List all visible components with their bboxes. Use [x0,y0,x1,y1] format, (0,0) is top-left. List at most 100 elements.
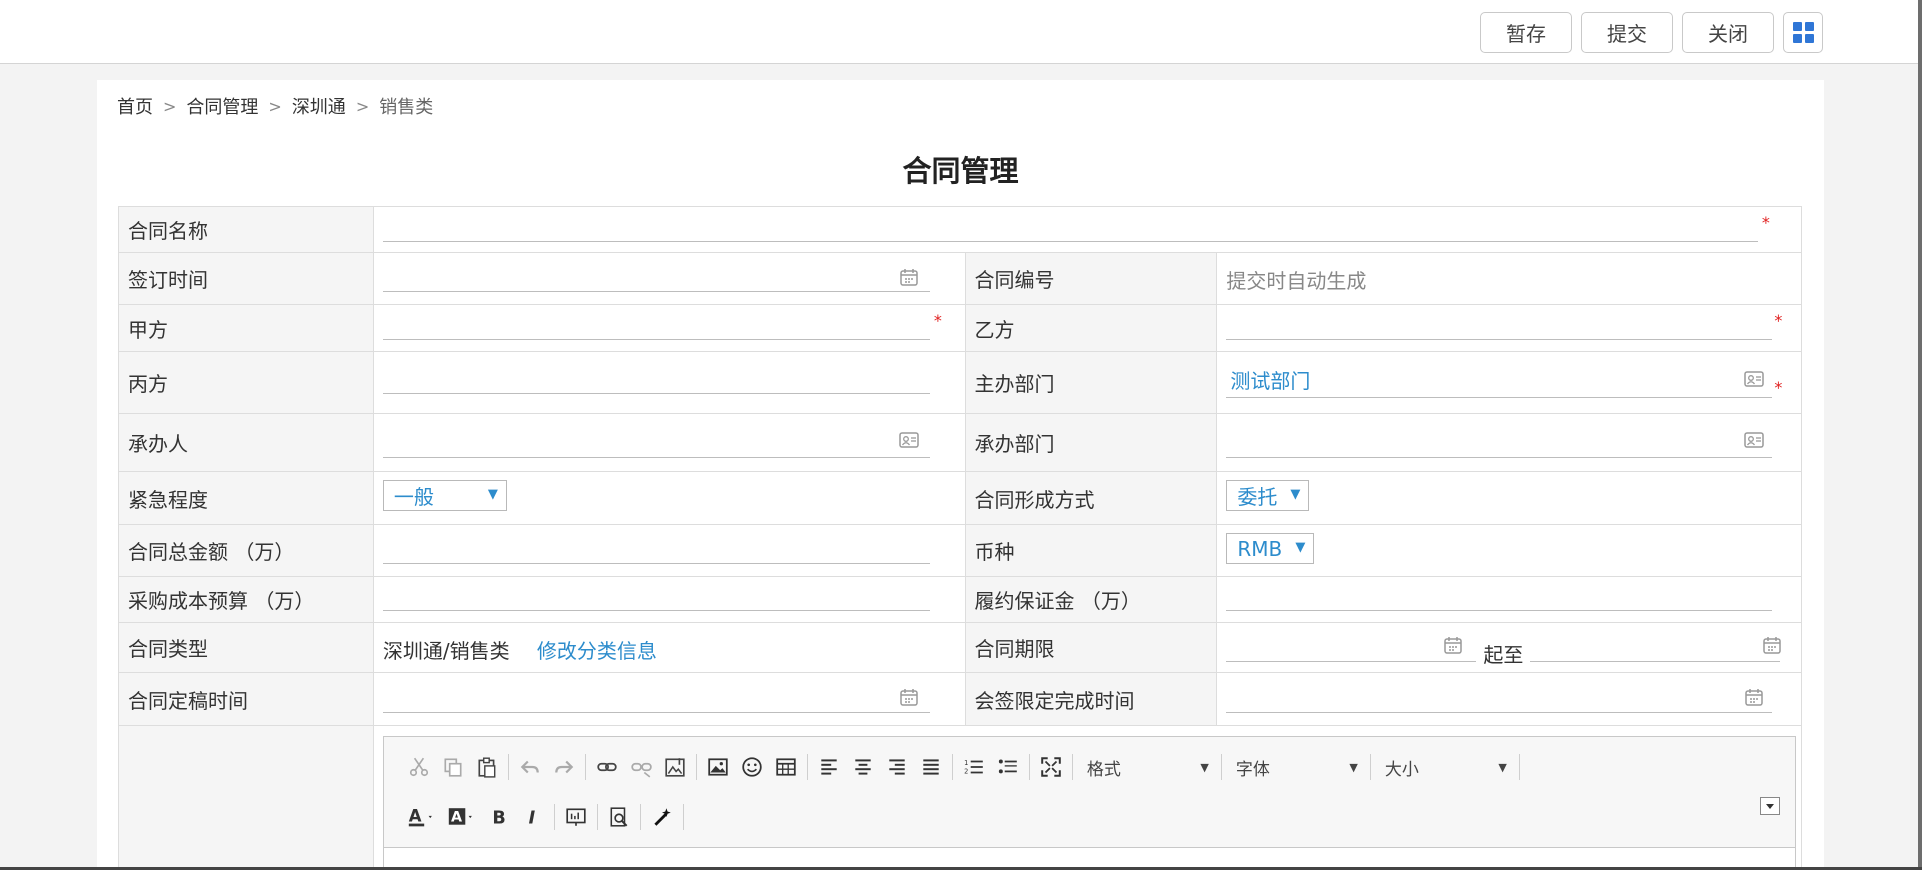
handling-dept-label: 承办部门 [965,414,1218,471]
contract-no-value: 提交时自动生成 [1226,269,1367,293]
contract-type-value: 深圳通/销售类 [382,639,510,663]
bulleted-list-icon[interactable] [991,752,1025,782]
currency-label: 币种 [965,525,1218,576]
term-start-field[interactable] [1226,661,1477,662]
magic-wand-icon[interactable] [645,802,679,832]
sign-date-label: 签订时间 [119,253,374,304]
toolbar-collapse-button[interactable] [1759,797,1780,815]
image-icon[interactable] [701,752,735,782]
emoji-icon[interactable] [735,752,769,782]
breadcrumb-separator: > [355,96,370,116]
handler-label: 承办人 [119,414,374,471]
currency-value: RMB [1237,536,1283,561]
handling-dept-field[interactable] [1217,414,1803,471]
svg-text:1: 1 [964,759,968,767]
bold-icon[interactable]: B [482,802,516,832]
numbered-list-icon[interactable]: 12 [957,752,991,782]
align-right-icon[interactable] [880,752,914,782]
fullscreen-icon[interactable] [1034,752,1068,782]
table-icon[interactable] [769,752,803,782]
breadcrumb-separator: > [163,96,177,116]
party-b-label: 乙方 [965,305,1218,351]
host-dept-field[interactable]: 测试部门 * [1217,352,1803,413]
breadcrumb-contract-management[interactable]: 合同管理 [186,93,258,119]
contract-type-cell: 深圳通/销售类 修改分类信息 [374,623,966,672]
submit-button[interactable]: 提交 [1581,12,1673,53]
breadcrumb-home[interactable]: 首页 [117,93,153,119]
top-toolbar: 暂存 提交 关闭 [0,0,1922,64]
cut-icon[interactable] [402,752,436,782]
svg-text:I: I [528,809,535,828]
insert-image-file-icon[interactable] [658,752,692,782]
term-to-label: 起至 [1483,643,1524,667]
calendar-icon[interactable] [1762,635,1782,655]
redo-icon[interactable] [547,752,581,782]
party-a-field[interactable]: * [374,305,966,351]
host-dept-value: 测试部门 [1230,369,1311,393]
urgency-cell: 一般 ▼ [374,472,966,524]
term-end-field[interactable] [1530,661,1781,662]
align-center-icon[interactable] [846,752,880,782]
formation-label: 合同形成方式 [965,472,1218,524]
sign-deadline-field[interactable] [1217,673,1803,725]
handler-field[interactable] [374,414,966,471]
party-a-label: 甲方 [119,305,374,351]
currency-select[interactable]: RMB ▼ [1226,533,1315,564]
final-date-field[interactable] [374,673,966,725]
text-color-icon[interactable]: A [402,802,442,832]
procure-budget-field[interactable] [374,577,966,622]
rich-text-cell: 12 格式 ▼ 字体 ▼ 大小 ▼ A A B I [374,726,1802,870]
close-button[interactable]: 关闭 [1682,12,1774,53]
required-mark: * [1761,213,1770,232]
apps-grid-button[interactable] [1783,12,1823,53]
urgency-select[interactable]: 一般 ▼ [382,480,507,511]
save-draft-button[interactable]: 暂存 [1480,12,1572,53]
paste-icon[interactable] [470,752,504,782]
size-dropdown[interactable]: 大小 ▼ [1375,752,1515,782]
contract-type-label: 合同类型 [119,623,374,672]
breadcrumb-current: 销售类 [379,97,434,118]
copy-icon[interactable] [436,752,470,782]
font-dropdown[interactable]: 字体 ▼ [1226,752,1366,782]
host-dept-label: 主办部门 [965,352,1218,413]
find-icon[interactable] [602,802,636,832]
calendar-icon[interactable] [899,267,919,287]
sign-date-field[interactable] [374,253,966,304]
svg-text:B: B [492,809,505,828]
unlink-icon[interactable] [624,752,658,782]
org-picker-icon[interactable] [1744,369,1765,389]
chevron-down-icon: ▼ [1498,760,1507,774]
org-picker-icon[interactable] [1744,430,1765,450]
contract-name-field[interactable]: * [374,207,1802,252]
scrollbar[interactable] [1918,0,1922,870]
breadcrumb-shenzhentong[interactable]: 深圳通 [292,93,346,119]
total-amount-field[interactable] [374,525,966,576]
preview-icon[interactable] [559,802,593,832]
italic-icon[interactable]: I [516,802,550,832]
format-dropdown[interactable]: 格式 ▼ [1077,752,1217,782]
contract-no-label: 合同编号 [965,253,1218,304]
apps-grid-icon [1792,22,1814,43]
svg-text:2: 2 [964,768,968,776]
calendar-icon[interactable] [1744,687,1764,707]
modify-category-link[interactable]: 修改分类信息 [537,635,657,664]
link-icon[interactable] [590,752,624,782]
calendar-icon[interactable] [1443,635,1463,655]
currency-cell: RMB ▼ [1217,525,1803,576]
svg-text:A: A [409,806,422,825]
align-left-icon[interactable] [812,752,846,782]
party-b-field[interactable]: * [1217,305,1803,351]
required-mark: * [1774,311,1783,330]
calendar-icon[interactable] [899,687,919,707]
align-justify-icon[interactable] [914,752,948,782]
undo-icon[interactable] [513,752,547,782]
formation-select[interactable]: 委托 ▼ [1226,480,1310,511]
background-color-icon[interactable]: A [442,802,482,832]
deposit-field[interactable] [1217,577,1803,622]
breadcrumb-separator: > [268,96,282,116]
contract-form: 合同名称 * 签订时间 合同编号 提交时自动生成 甲方 * 乙方 * 丙方 主办… [118,206,1803,870]
party-c-field[interactable] [374,352,966,413]
chevron-down-icon: ▼ [1295,540,1306,555]
person-picker-icon[interactable] [899,430,919,450]
format-label: 格式 [1086,759,1121,780]
